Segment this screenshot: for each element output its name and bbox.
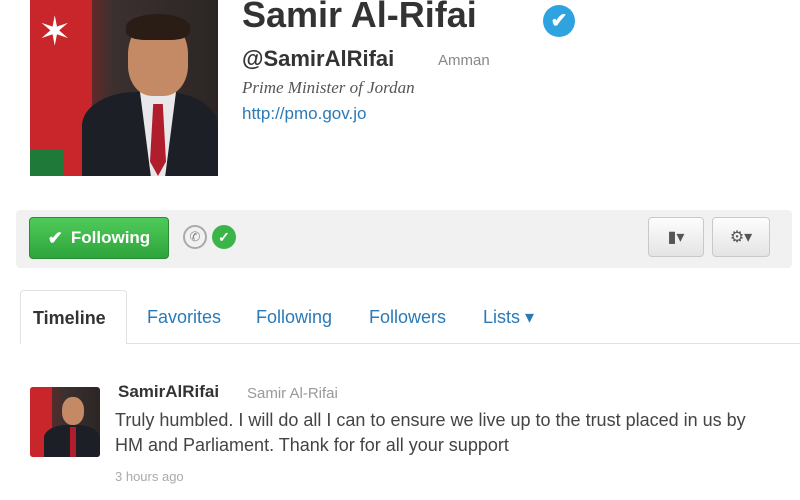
profile-url-link[interactable]: http://pmo.gov.jo — [242, 104, 366, 124]
message-icon: ▮▾ — [667, 229, 685, 246]
profile-photo[interactable]: ✶ — [30, 0, 218, 176]
message-button[interactable]: ▮▾ — [648, 217, 704, 257]
profile-location: Amman — [438, 52, 490, 69]
flag-green-stripe — [30, 150, 64, 176]
flag-star-icon: ✶ — [38, 10, 72, 54]
hair — [126, 14, 190, 40]
avatar-face — [62, 397, 84, 425]
tab-following[interactable]: Following — [256, 290, 332, 344]
tab-timeline[interactable]: Timeline — [20, 290, 127, 344]
profile-handle: @SamirAlRifai — [242, 46, 395, 71]
gear-icon: ⚙▾ — [729, 229, 753, 246]
tab-followers[interactable]: Followers — [369, 290, 446, 344]
tweet-text: Truly humbled. I will do all I can to en… — [115, 410, 746, 455]
check-icon: ✔ — [47, 227, 63, 248]
tweet-fullname[interactable]: Samir Al-Rifai — [247, 385, 338, 402]
profile-bio: Prime Minister of Jordan — [242, 78, 415, 97]
following-button-label: Following — [70, 228, 151, 247]
verified-badge-icon: ✔ — [543, 5, 575, 37]
profile-name: Samir Al-Rifai — [242, 0, 477, 35]
tab-favorites[interactable]: Favorites — [147, 290, 221, 344]
status-active-icon[interactable]: ✓ — [212, 225, 236, 249]
tweet-username[interactable]: SamirAlRifai — [118, 382, 219, 402]
tweet-avatar[interactable] — [30, 387, 100, 457]
settings-button[interactable]: ⚙▾ — [712, 217, 770, 257]
tab-lists[interactable]: Lists ▾ — [483, 290, 534, 344]
tweet-timestamp[interactable]: 3 hours ago — [115, 469, 184, 484]
notification-icon[interactable]: ✆ — [183, 225, 207, 249]
profile-tabs: Timeline Favorites Following Followers L… — [20, 290, 800, 344]
following-button[interactable]: ✔ Following — [29, 217, 169, 259]
avatar-tie — [70, 427, 76, 457]
